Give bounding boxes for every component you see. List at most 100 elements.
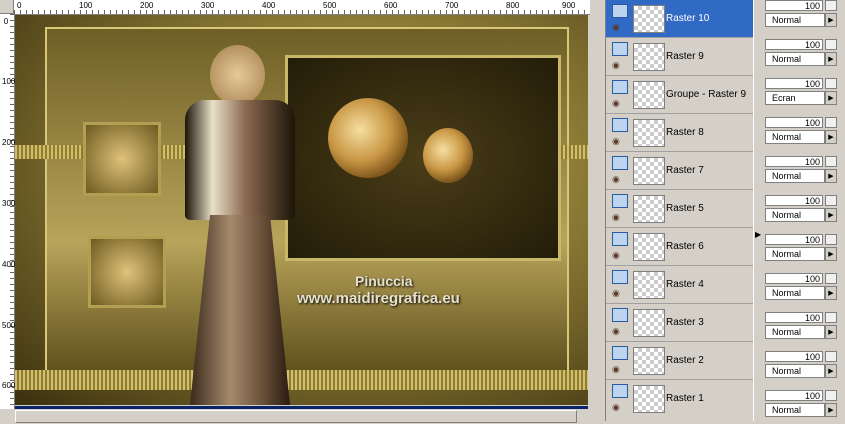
layer-row[interactable]: ◉ Raster 7 xyxy=(606,152,754,190)
layer-type-icon xyxy=(612,156,628,170)
layer-thumbnail xyxy=(633,119,665,147)
layer-name: Raster 9 xyxy=(666,51,704,62)
blend-mode-select[interactable]: Normal xyxy=(765,130,825,144)
layer-row[interactable]: ◉ Raster 4 xyxy=(606,266,754,304)
horizontal-ruler: 0 100 200 300 400 500 600 700 800 900 xyxy=(0,0,590,15)
layer-name: Groupe - Raster 9 xyxy=(666,89,747,100)
opacity-field[interactable]: 100 xyxy=(765,195,823,206)
blend-mode-select[interactable]: Normal xyxy=(765,13,825,27)
layer-properties-row: 100 Normal ▶ xyxy=(761,195,845,234)
chevron-right-icon[interactable]: ▶ xyxy=(825,130,837,144)
layer-row[interactable]: ◉ Raster 1 xyxy=(606,380,754,421)
image-canvas[interactable]: Pinuccia www.maidiregrafica.eu xyxy=(15,15,588,405)
layer-type-icon xyxy=(612,232,628,246)
layer-row[interactable]: ◉ Raster 9 xyxy=(606,38,754,76)
eye-icon[interactable]: ◉ xyxy=(612,250,620,261)
layer-properties-column: 100 Normal ▶ 100 Normal ▶ 100 Ecran ▶ 10… xyxy=(761,0,845,421)
layer-name: Raster 10 xyxy=(666,13,710,24)
opacity-field[interactable]: 100 xyxy=(765,0,823,11)
eye-icon[interactable]: ◉ xyxy=(612,212,620,223)
ruler-label: 300 xyxy=(2,199,16,208)
chevron-right-icon[interactable]: ▶ xyxy=(825,364,837,378)
layer-properties-row: 100 Normal ▶ xyxy=(761,117,845,156)
ruler-label: 600 xyxy=(384,1,398,10)
blend-mode-select[interactable]: Normal xyxy=(765,325,825,339)
ruler-label: 0 xyxy=(17,1,22,10)
chevron-right-icon[interactable]: ▶ xyxy=(825,13,837,27)
chevron-right-icon[interactable]: ▶ xyxy=(825,91,837,105)
eye-icon[interactable]: ◉ xyxy=(612,22,620,33)
chevron-right-icon[interactable]: ▶ xyxy=(825,403,837,417)
layer-row[interactable]: ◉ Raster 6 xyxy=(606,228,754,266)
eye-icon[interactable]: ◉ xyxy=(612,402,620,413)
lock-toggle[interactable] xyxy=(825,0,837,11)
lock-toggle[interactable] xyxy=(825,195,837,206)
lock-toggle[interactable] xyxy=(825,351,837,362)
layer-thumbnail xyxy=(633,385,665,413)
layer-thumbnail xyxy=(633,347,665,375)
lock-toggle[interactable] xyxy=(825,234,837,245)
blend-mode-select[interactable]: Ecran xyxy=(765,91,825,105)
layers-panel: ◉ Raster 10 ◉ Raster 9 ◉ Groupe - Raster… xyxy=(605,0,754,421)
watermark-url: www.maidiregrafica.eu xyxy=(297,290,460,307)
layer-type-icon xyxy=(612,384,628,398)
blend-mode-select[interactable]: Normal xyxy=(765,403,825,417)
eye-icon[interactable]: ◉ xyxy=(612,136,620,147)
layer-name: Raster 8 xyxy=(666,127,704,138)
opacity-field[interactable]: 100 xyxy=(765,312,823,323)
layer-name: Raster 2 xyxy=(666,355,704,366)
blend-mode-select[interactable]: Normal xyxy=(765,52,825,66)
layer-type-icon xyxy=(612,308,628,322)
chevron-right-icon[interactable]: ▶ xyxy=(825,169,837,183)
eye-icon[interactable]: ◉ xyxy=(612,174,620,185)
opacity-field[interactable]: 100 xyxy=(765,117,823,128)
layer-row[interactable]: ◉ Raster 3 xyxy=(606,304,754,342)
chevron-right-icon[interactable]: ▶ xyxy=(825,247,837,261)
layer-properties-row: 100 Normal ▶ xyxy=(761,351,845,390)
opacity-field[interactable]: 100 xyxy=(765,390,823,401)
lock-toggle[interactable] xyxy=(825,78,837,89)
blend-mode-select[interactable]: Normal xyxy=(765,286,825,300)
layer-name: Raster 4 xyxy=(666,279,704,290)
blend-mode-select[interactable]: Normal xyxy=(765,364,825,378)
ruler-ticks xyxy=(14,10,590,14)
opacity-field[interactable]: 100 xyxy=(765,156,823,167)
eye-icon[interactable]: ◉ xyxy=(612,60,620,71)
eye-icon[interactable]: ◉ xyxy=(612,288,620,299)
blend-mode-select[interactable]: Normal xyxy=(765,169,825,183)
lock-toggle[interactable] xyxy=(825,156,837,167)
horizontal-scrollbar[interactable] xyxy=(15,406,588,424)
eye-icon[interactable]: ◉ xyxy=(612,98,620,109)
ruler-label: 900 xyxy=(562,1,576,10)
eye-icon[interactable]: ◉ xyxy=(612,364,620,375)
layer-type-icon xyxy=(612,4,628,18)
ruler-ticks xyxy=(10,14,14,409)
lock-toggle[interactable] xyxy=(825,312,837,323)
layer-row[interactable]: ◉ Raster 5 xyxy=(606,190,754,228)
chevron-right-icon[interactable]: ▶ xyxy=(825,208,837,222)
layer-row[interactable]: ◉ Groupe - Raster 9 xyxy=(606,76,754,114)
opacity-field[interactable]: 100 xyxy=(765,39,823,50)
layer-properties-row: 100 Normal ▶ xyxy=(761,234,845,273)
layer-row[interactable]: ◉ Raster 10 xyxy=(606,0,754,38)
blend-mode-select[interactable]: Normal xyxy=(765,208,825,222)
opacity-field[interactable]: 100 xyxy=(765,273,823,284)
lock-toggle[interactable] xyxy=(825,390,837,401)
blend-mode-select[interactable]: Normal xyxy=(765,247,825,261)
eye-icon[interactable]: ◉ xyxy=(612,326,620,337)
lock-toggle[interactable] xyxy=(825,273,837,284)
opacity-field[interactable]: 100 xyxy=(765,351,823,362)
ruler-label: 200 xyxy=(140,1,154,10)
opacity-field[interactable]: 100 xyxy=(765,78,823,89)
layer-row[interactable]: ◉ Raster 2 xyxy=(606,342,754,380)
lock-toggle[interactable] xyxy=(825,117,837,128)
layer-properties-row: 100 Normal ▶ xyxy=(761,273,845,312)
chevron-right-icon[interactable]: ▶ xyxy=(825,286,837,300)
chevron-right-icon[interactable]: ▶ xyxy=(825,325,837,339)
scrollbar-thumb[interactable] xyxy=(15,410,577,423)
rose-image xyxy=(423,128,473,183)
layer-row[interactable]: ◉ Raster 8 xyxy=(606,114,754,152)
opacity-field[interactable]: 100 xyxy=(765,234,823,245)
chevron-right-icon[interactable]: ▶ xyxy=(825,52,837,66)
lock-toggle[interactable] xyxy=(825,39,837,50)
